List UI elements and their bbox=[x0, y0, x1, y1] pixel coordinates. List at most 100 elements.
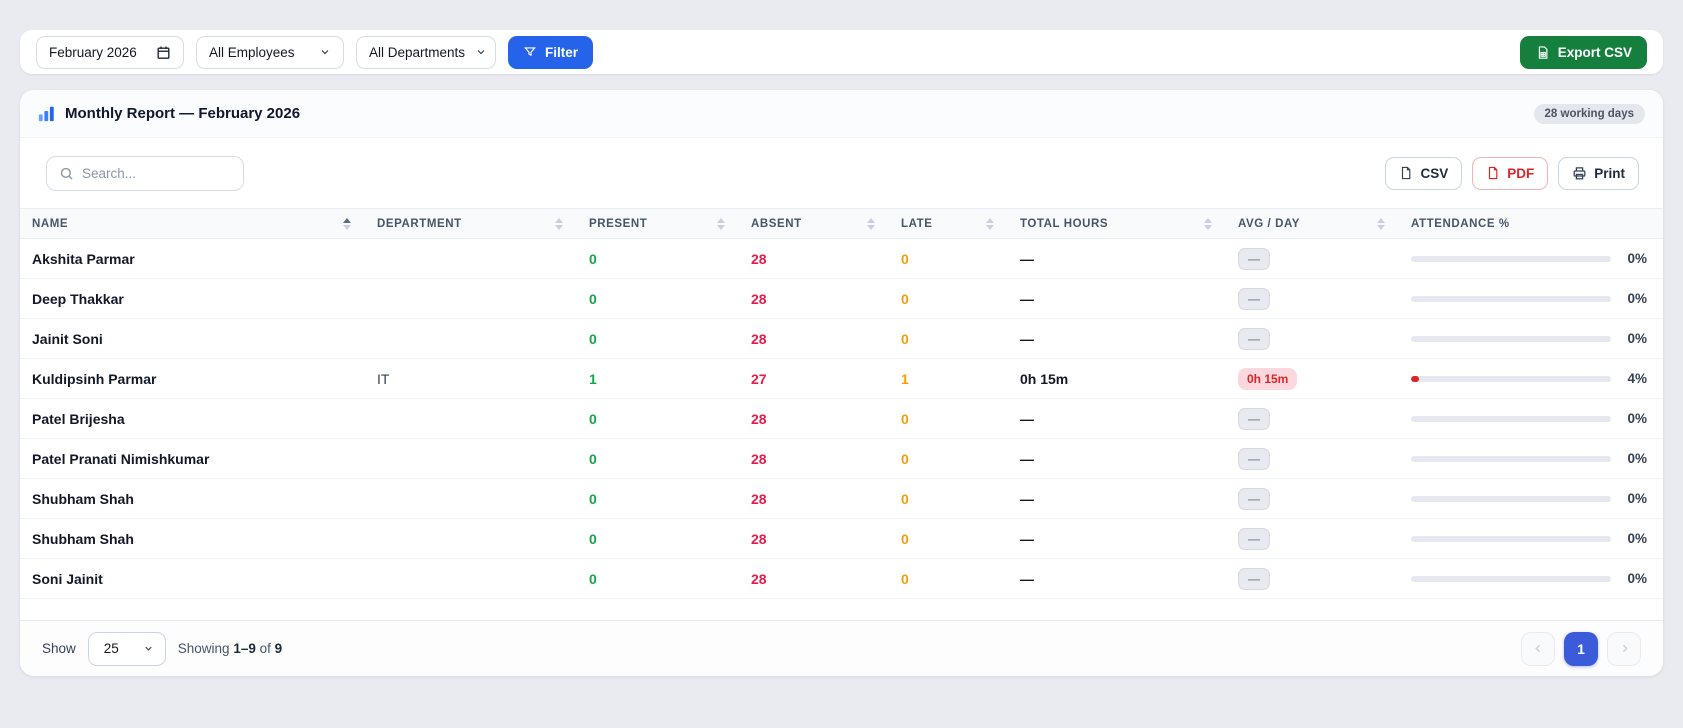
column-header-present[interactable]: PRESENT bbox=[577, 208, 739, 239]
cell-avg-day: 0h 15m bbox=[1226, 358, 1399, 399]
progress-track bbox=[1411, 495, 1611, 502]
cell-avg-day: — bbox=[1226, 478, 1399, 519]
sort-arrows-icon[interactable] bbox=[717, 217, 725, 230]
cell-name: Shubham Shah bbox=[20, 518, 365, 559]
cell-late: 0 bbox=[889, 318, 1008, 359]
pdf-button-label: PDF bbox=[1507, 165, 1535, 181]
column-header-absent[interactable]: ABSENT bbox=[739, 208, 889, 239]
chevron-down-icon bbox=[475, 46, 487, 58]
table-row[interactable]: Jainit Soni 0 28 0— —0% bbox=[20, 318, 1663, 359]
column-header-late[interactable]: LATE bbox=[889, 208, 1008, 239]
print-button[interactable]: Print bbox=[1558, 156, 1639, 190]
cell-department bbox=[365, 438, 577, 479]
column-label: ATTENDANCE % bbox=[1411, 217, 1510, 230]
column-header-total-hours[interactable]: TOTAL HOURS bbox=[1008, 208, 1226, 239]
progress-track bbox=[1411, 295, 1611, 302]
table-row[interactable]: Shubham Shah 0 28 0— —0% bbox=[20, 518, 1663, 559]
page-1-button[interactable]: 1 bbox=[1564, 631, 1598, 666]
filter-button[interactable]: Filter bbox=[508, 35, 594, 69]
cell-department bbox=[365, 318, 577, 359]
chevron-down-icon bbox=[319, 46, 331, 58]
employee-select[interactable]: All Employees bbox=[196, 35, 344, 69]
cell-total-hours: — bbox=[1008, 438, 1226, 479]
chevron-left-icon bbox=[1532, 642, 1545, 655]
cell-present: 0 bbox=[577, 518, 739, 559]
column-label: TOTAL HOURS bbox=[1020, 217, 1109, 230]
column-header-department[interactable]: DEPARTMENT bbox=[365, 208, 577, 239]
sort-arrows-icon[interactable] bbox=[343, 217, 351, 230]
cell-present: 0 bbox=[577, 398, 739, 439]
cell-absent: 28 bbox=[739, 238, 889, 279]
export-csv-button[interactable]: Export CSV bbox=[1519, 35, 1647, 69]
prev-page-button[interactable] bbox=[1521, 631, 1555, 666]
table-row[interactable]: Kuldipsinh Parmar IT 1 27 1 0h 15m 0h 15m 4% bbox=[20, 358, 1663, 399]
table-row[interactable]: Akshita Parmar 0 28 0— —0% bbox=[20, 238, 1663, 279]
table-header-row: NAME DEPARTMENT PRESENT ABSENT LATE TOTAL HOU… bbox=[20, 208, 1663, 239]
column-label: DEPARTMENT bbox=[377, 217, 462, 230]
next-page-button[interactable] bbox=[1607, 631, 1641, 666]
attendance-percent-label: 4% bbox=[1627, 371, 1647, 386]
cell-absent: 28 bbox=[739, 318, 889, 359]
cell-department bbox=[365, 478, 577, 519]
cell-present: 0 bbox=[577, 318, 739, 359]
csv-button-label: CSV bbox=[1420, 165, 1449, 181]
page-size-select[interactable]: 25 bbox=[87, 631, 166, 666]
table-toolbar: CSV PDF Print bbox=[20, 138, 1663, 208]
sort-arrows-icon[interactable] bbox=[867, 217, 875, 230]
avg-day-badge: — bbox=[1238, 487, 1270, 510]
cell-name: Soni Jainit bbox=[20, 558, 365, 599]
cell-avg-day: — bbox=[1226, 238, 1399, 279]
table-row[interactable]: Patel Brijesha 0 28 0— —0% bbox=[20, 398, 1663, 439]
cell-total-hours: — bbox=[1008, 558, 1226, 599]
attendance-progress: 0% bbox=[1411, 571, 1649, 586]
department-select[interactable]: All Departments bbox=[356, 35, 496, 69]
cell-total-hours: 0h 15m bbox=[1008, 358, 1226, 399]
chevron-down-icon bbox=[143, 643, 154, 654]
cell-attendance: 0% bbox=[1399, 518, 1663, 559]
export-actions: CSV PDF Print bbox=[1385, 156, 1639, 190]
cell-late: 0 bbox=[889, 438, 1008, 479]
avg-day-badge: — bbox=[1238, 247, 1270, 270]
cell-late: 0 bbox=[889, 558, 1008, 599]
pdf-button[interactable]: PDF bbox=[1472, 156, 1549, 190]
cell-present: 0 bbox=[577, 238, 739, 279]
cell-avg-day: — bbox=[1226, 438, 1399, 479]
progress-track bbox=[1411, 375, 1611, 382]
column-header-avg-day[interactable]: AVG / DAY bbox=[1226, 208, 1399, 239]
report-header: Monthly Report — February 2026 28 workin… bbox=[20, 90, 1663, 138]
table-row[interactable]: Deep Thakkar 0 28 0— —0% bbox=[20, 278, 1663, 319]
csv-button[interactable]: CSV bbox=[1385, 156, 1463, 190]
cell-attendance: 0% bbox=[1399, 238, 1663, 279]
attendance-progress: 0% bbox=[1411, 291, 1649, 306]
column-header-name[interactable]: NAME bbox=[20, 208, 365, 239]
sort-arrows-icon[interactable] bbox=[555, 217, 563, 230]
export-csv-label: Export CSV bbox=[1557, 44, 1632, 60]
cell-attendance: 0% bbox=[1399, 478, 1663, 519]
sort-arrows-icon[interactable] bbox=[1204, 217, 1212, 230]
table-row[interactable]: Shubham Shah 0 28 0— —0% bbox=[20, 478, 1663, 519]
cell-attendance: 0% bbox=[1399, 438, 1663, 479]
avg-day-badge: — bbox=[1238, 447, 1270, 470]
search-icon bbox=[59, 166, 74, 181]
sort-arrows-icon[interactable] bbox=[986, 217, 994, 230]
cell-name: Kuldipsinh Parmar bbox=[20, 358, 365, 399]
column-label: LATE bbox=[901, 217, 933, 230]
table-row[interactable]: Soni Jainit 0 28 0— —0% bbox=[20, 558, 1663, 599]
search-input[interactable] bbox=[82, 165, 231, 181]
table-row[interactable]: Patel Pranati Nimishkumar 0 28 0— —0% bbox=[20, 438, 1663, 479]
avg-day-badge: 0h 15m bbox=[1238, 367, 1298, 390]
column-label: NAME bbox=[32, 217, 69, 230]
cell-department bbox=[365, 278, 577, 319]
cell-avg-day: — bbox=[1226, 398, 1399, 439]
page-size-value: 25 bbox=[103, 641, 119, 656]
cell-name: Patel Pranati Nimishkumar bbox=[20, 438, 365, 479]
cell-absent: 28 bbox=[739, 398, 889, 439]
attendance-progress: 4% bbox=[1411, 371, 1649, 386]
cell-present: 1 bbox=[577, 358, 739, 399]
cell-present: 0 bbox=[577, 478, 739, 519]
sort-arrows-icon[interactable] bbox=[1377, 217, 1385, 230]
funnel-icon bbox=[523, 45, 537, 59]
search-box[interactable] bbox=[46, 155, 244, 191]
table-footer: Show 25 Showing 1–9 of 9 1 bbox=[20, 620, 1663, 676]
month-picker[interactable]: February 2026 bbox=[36, 35, 184, 69]
